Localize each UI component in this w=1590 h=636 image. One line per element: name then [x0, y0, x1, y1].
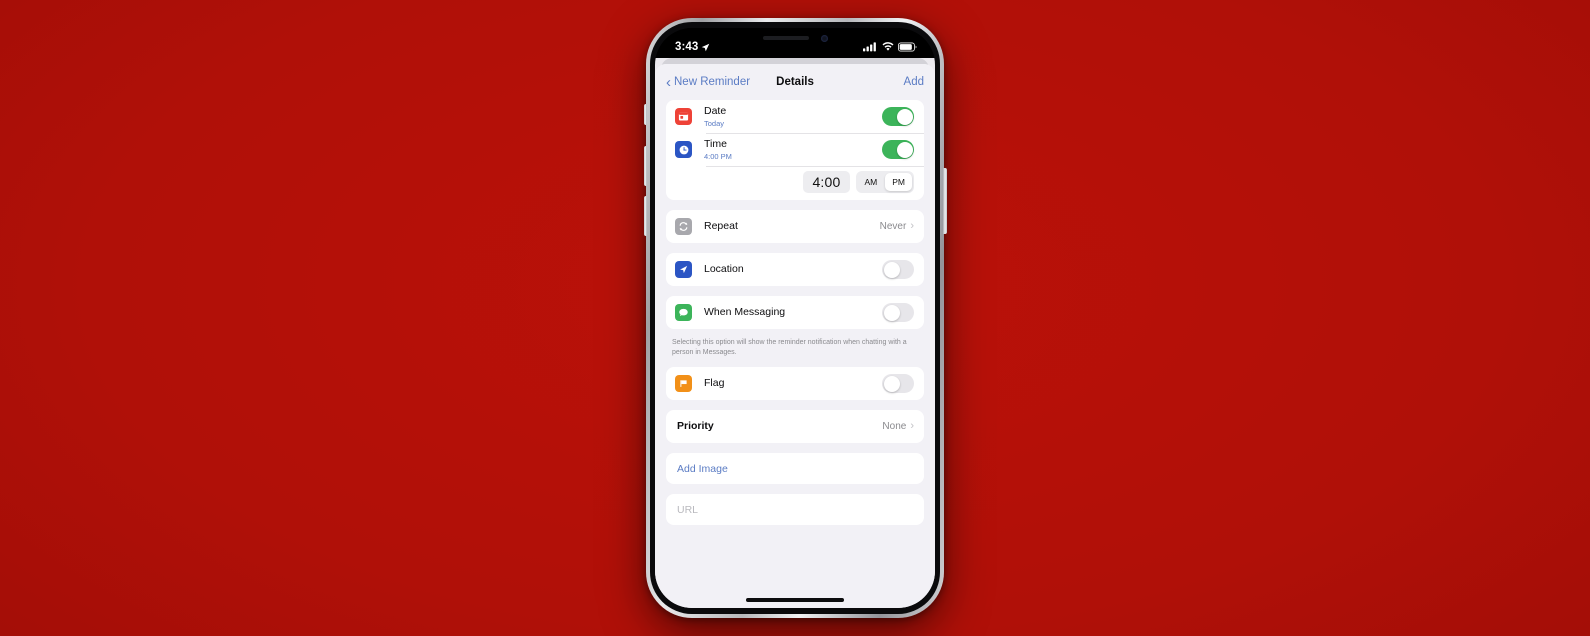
back-button[interactable]: ‹ New Reminder — [666, 75, 750, 90]
flag-toggle[interactable] — [882, 374, 914, 394]
date-toggle[interactable] — [882, 107, 914, 126]
row-location-title: Location — [704, 262, 744, 275]
row-priority-title: Priority — [677, 420, 714, 433]
phone-frame: 3:43 ‹ New Reminder Details Add Date Tod… — [643, 18, 947, 618]
power-button[interactable] — [943, 168, 947, 234]
row-repeat-title: Repeat — [704, 219, 738, 232]
settings-list: Date Today Time 4:00 PM 4:00 AM PM Repea… — [655, 100, 935, 608]
flag-toggle-knob — [883, 375, 900, 392]
row-repeat[interactable]: Repeat Never › — [666, 210, 924, 243]
details-sheet: ‹ New Reminder Details Add Date Today Ti… — [655, 64, 935, 608]
location-toggle-knob — [883, 261, 900, 278]
ampm-option-am[interactable]: AM — [858, 173, 885, 191]
row-time[interactable]: Time 4:00 PM — [666, 133, 924, 166]
ampm-segmented-control: AM PM — [855, 171, 914, 193]
phone-screen: 3:43 ‹ New Reminder Details Add Date Tod… — [655, 28, 935, 608]
group-datetime: Date Today Time 4:00 PM 4:00 AM PM — [666, 100, 924, 200]
row-location-labels: Location — [704, 263, 882, 276]
location-toggle[interactable] — [882, 260, 914, 279]
date-toggle-knob — [896, 108, 913, 125]
navigation-arrow-icon — [675, 261, 692, 278]
group-flag: Flag — [666, 367, 924, 401]
row-time-subtitle: 4:00 PM — [704, 151, 732, 161]
group-url: URL — [666, 494, 924, 526]
group-add-image: Add Image — [666, 453, 924, 485]
row-flag[interactable]: Flag — [666, 367, 924, 400]
row-date-subtitle: Today — [704, 118, 725, 128]
when-messaging-toggle[interactable] — [882, 303, 914, 322]
row-when-messaging-title: When Messaging — [704, 305, 786, 318]
group-location: Location — [666, 253, 924, 286]
row-priority-labels: Priority — [677, 420, 882, 433]
chevron-left-icon: ‹ — [666, 73, 671, 91]
volume-up-button[interactable] — [643, 146, 647, 186]
add-button[interactable]: Add — [904, 76, 924, 88]
volume-down-button[interactable] — [643, 196, 647, 236]
back-button-label: New Reminder — [674, 76, 751, 88]
front-camera-icon — [820, 34, 828, 42]
group-messaging: When Messaging — [666, 296, 924, 329]
row-url[interactable]: URL — [666, 494, 924, 525]
navigation-bar: ‹ New Reminder Details Add — [655, 64, 935, 100]
row-priority[interactable]: Priority None › — [666, 410, 924, 443]
row-time-title: Time — [704, 137, 727, 150]
row-flag-title: Flag — [704, 377, 725, 390]
calendar-icon — [675, 108, 692, 125]
repeat-icon — [675, 218, 692, 235]
row-time-labels: Time 4:00 PM — [704, 138, 882, 162]
home-indicator[interactable] — [746, 598, 844, 602]
ampm-option-pm[interactable]: PM — [885, 173, 912, 191]
notch — [719, 28, 871, 51]
speaker-grille-icon — [762, 36, 809, 40]
location-arrow-icon — [702, 43, 710, 51]
when-messaging-toggle-knob — [883, 304, 900, 321]
status-bar-time-group: 3:43 — [675, 41, 710, 53]
time-toggle-knob — [896, 141, 913, 158]
row-date-labels: Date Today — [704, 105, 882, 129]
add-image-label[interactable]: Add Image — [677, 463, 728, 475]
mute-switch[interactable] — [644, 104, 647, 125]
row-date-title: Date — [704, 104, 727, 117]
row-when-messaging-labels: When Messaging — [704, 306, 882, 319]
row-location[interactable]: Location — [666, 253, 924, 286]
wifi-icon — [882, 42, 894, 51]
messaging-footnote: Selecting this option will show the remi… — [672, 339, 907, 357]
url-input[interactable]: URL — [677, 504, 698, 516]
time-picker-row: 4:00 AM PM — [666, 166, 924, 200]
status-bar-time: 3:43 — [675, 41, 699, 53]
time-toggle[interactable] — [882, 140, 914, 159]
row-flag-labels: Flag — [704, 377, 882, 390]
status-bar-indicators — [863, 42, 917, 52]
row-repeat-labels: Repeat — [704, 220, 880, 233]
row-date[interactable]: Date Today — [666, 100, 924, 133]
row-repeat-value: Never — [879, 221, 907, 232]
row-priority-value: None — [882, 421, 907, 433]
group-repeat: Repeat Never › — [666, 210, 924, 243]
row-add-image[interactable]: Add Image — [666, 453, 924, 484]
time-value-field[interactable]: 4:00 — [803, 171, 850, 193]
row-when-messaging[interactable]: When Messaging — [666, 296, 924, 329]
flag-icon — [675, 375, 692, 393]
chevron-right-icon: › — [910, 420, 914, 433]
phone-bezel: 3:43 ‹ New Reminder Details Add Date Tod… — [650, 22, 940, 614]
chevron-right-icon: › — [910, 220, 914, 232]
group-priority: Priority None › — [666, 410, 924, 444]
battery-icon — [898, 42, 917, 52]
app-body: ‹ New Reminder Details Add Date Today Ti… — [655, 58, 935, 608]
clock-icon — [675, 141, 692, 158]
message-bubble-icon — [675, 304, 692, 321]
